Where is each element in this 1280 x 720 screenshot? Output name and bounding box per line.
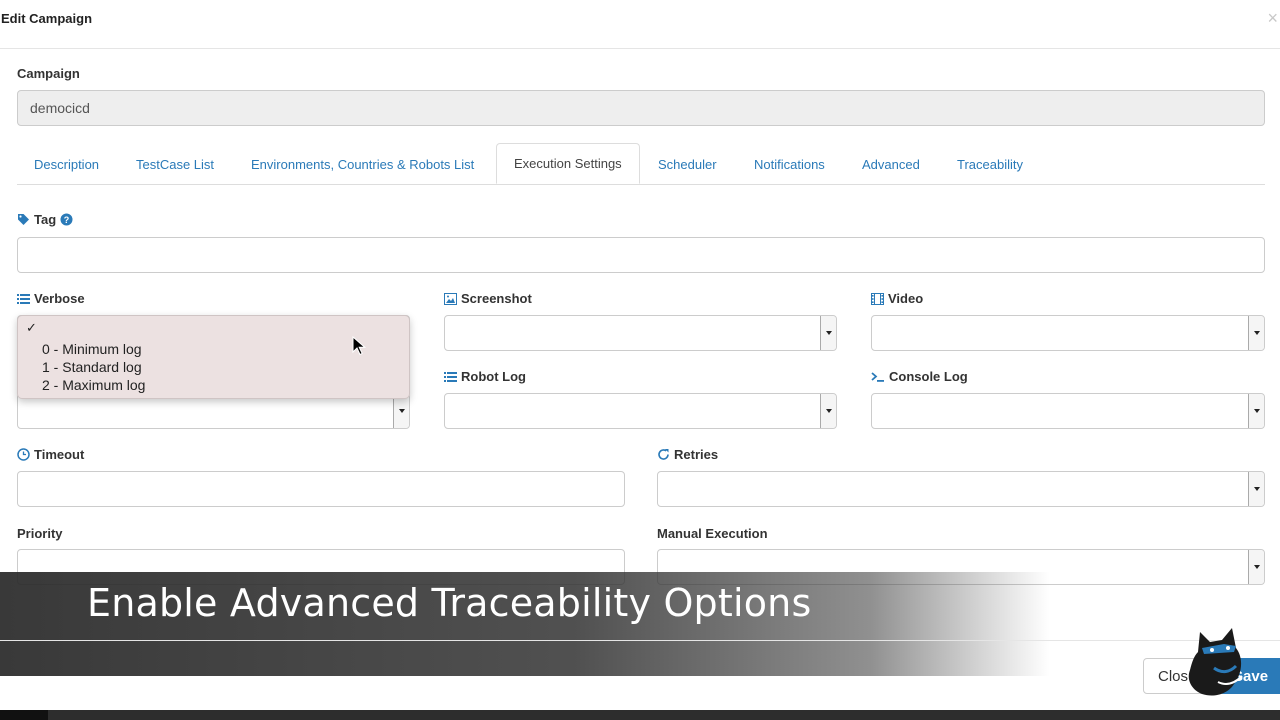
screenshot-label: Screenshot — [444, 291, 532, 306]
tabs-divider — [17, 184, 1265, 185]
mouse-cursor-icon — [352, 336, 366, 356]
retries-select[interactable] — [657, 471, 1265, 507]
refresh-icon — [658, 449, 669, 460]
timeout-input[interactable] — [17, 471, 625, 507]
header-divider — [0, 48, 1280, 49]
tag-input[interactable] — [17, 237, 1265, 273]
footer-divider — [0, 640, 1280, 641]
campaign-value: democicd — [30, 100, 90, 116]
verbose-option-0[interactable]: 0 - Minimum log — [42, 340, 142, 358]
clock-icon — [17, 448, 30, 461]
tag-label: Tag ? — [17, 212, 73, 227]
modal-title: Edit Campaign — [1, 11, 93, 26]
priority-label-text: Priority — [17, 526, 63, 541]
manual-execution-label-text: Manual Execution — [657, 526, 768, 541]
campaign-label-text: Campaign — [17, 66, 80, 81]
tab-description[interactable]: Description — [17, 144, 116, 184]
chevron-down-icon[interactable] — [820, 394, 836, 428]
chevron-down-icon[interactable] — [820, 316, 836, 350]
retries-label-text: Retries — [674, 447, 719, 462]
timeout-label: Timeout — [17, 447, 84, 462]
robot-log-label-text: Robot Log — [461, 369, 526, 384]
caption-text: Enable Advanced Traceability Options — [87, 581, 812, 625]
verbose-option-1[interactable]: 1 - Standard log — [42, 358, 142, 376]
verbose-dropdown[interactable]: ✓ 0 - Minimum log 1 - Standard log 2 - M… — [17, 315, 410, 399]
chevron-down-icon[interactable] — [1248, 316, 1264, 350]
manual-execution-label: Manual Execution — [657, 526, 768, 541]
video-label: Video — [871, 291, 923, 306]
screenshot-select[interactable] — [444, 315, 837, 351]
verbose-label: Verbose — [17, 291, 85, 306]
verbose-label-text: Verbose — [34, 291, 85, 306]
campaign-label: Campaign — [17, 66, 80, 81]
terminal-icon — [871, 371, 884, 382]
image-icon — [444, 292, 457, 305]
list-icon — [444, 371, 457, 382]
cat-mascot-logo — [1188, 628, 1243, 696]
robot-log-label: Robot Log — [444, 369, 526, 384]
priority-label: Priority — [17, 526, 63, 541]
tag-label-text: Tag — [34, 212, 57, 227]
close-icon[interactable]: × — [1267, 8, 1278, 28]
svg-text:?: ? — [64, 215, 70, 225]
campaign-input: democicd — [17, 90, 1265, 126]
chevron-down-icon[interactable] — [393, 394, 409, 428]
tab-environments[interactable]: Environments, Countries & Robots List — [234, 144, 491, 184]
tab-advanced[interactable]: Advanced — [845, 144, 937, 184]
video-progress-track[interactable] — [0, 710, 1280, 720]
video-label-text: Video — [888, 291, 924, 306]
screenshot-label-text: Screenshot — [461, 291, 532, 306]
tag-icon — [18, 214, 29, 225]
tab-notifications[interactable]: Notifications — [737, 144, 842, 184]
verbose-option-2[interactable]: 2 - Maximum log — [42, 376, 145, 394]
tab-scheduler[interactable]: Scheduler — [641, 144, 734, 184]
chevron-down-icon[interactable] — [1248, 394, 1264, 428]
tab-traceability[interactable]: Traceability — [940, 144, 1040, 184]
console-log-label: Console Log — [871, 369, 968, 384]
video-select[interactable] — [871, 315, 1265, 351]
retries-label: Retries — [657, 447, 718, 462]
robot-log-select[interactable] — [444, 393, 837, 429]
checkmark-icon: ✓ — [26, 320, 37, 335]
console-log-label-text: Console Log — [889, 369, 968, 384]
question-circle-icon[interactable]: ? — [60, 213, 73, 226]
console-log-select[interactable] — [871, 393, 1265, 429]
tab-execution-settings[interactable]: Execution Settings — [496, 143, 640, 184]
video-progress-fill — [0, 710, 48, 720]
list-icon — [17, 293, 30, 304]
film-icon — [871, 292, 884, 305]
chevron-down-icon[interactable] — [1248, 472, 1264, 506]
tab-testcase-list[interactable]: TestCase List — [119, 144, 231, 184]
timeout-label-text: Timeout — [34, 447, 85, 462]
